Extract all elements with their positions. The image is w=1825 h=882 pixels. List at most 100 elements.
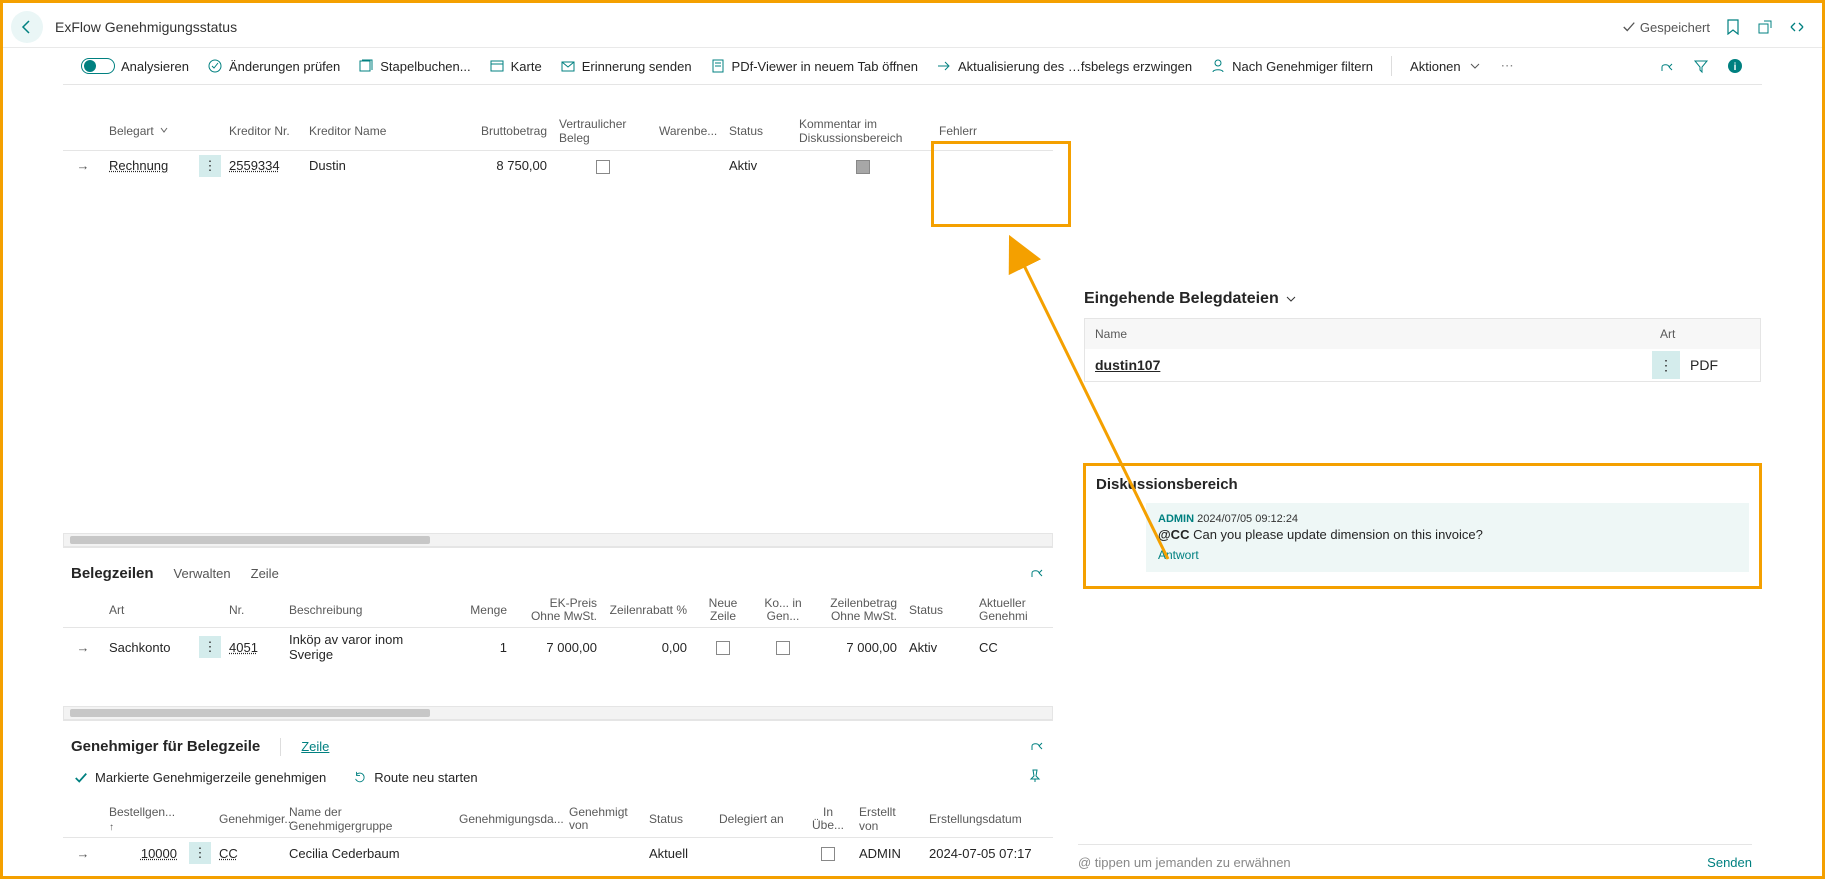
col-betrag[interactable]: Zeilenbetrag Ohne MwSt. <box>813 593 903 627</box>
row-indicator-icon: → <box>63 842 103 865</box>
col-beschreibung[interactable]: Beschreibung <box>283 599 453 621</box>
col-erstellt-von[interactable]: Erstellt von <box>853 801 923 837</box>
share-icon[interactable] <box>1029 737 1045 756</box>
rabatt-cell: 0,00 <box>603 636 693 659</box>
tab-zeile[interactable]: Zeile <box>251 566 279 581</box>
col-status3[interactable]: Status <box>643 808 713 830</box>
filter-approver-button[interactable]: Nach Genehmiger filtern <box>1210 58 1373 74</box>
col-status2[interactable]: Status <box>903 599 973 621</box>
reminder-label: Erinnerung senden <box>582 59 692 74</box>
toggle-icon <box>81 58 115 74</box>
nr-cell[interactable]: 4051 <box>223 636 283 659</box>
info-icon[interactable]: i <box>1726 57 1744 75</box>
col-rabatt[interactable]: Zeilenrabatt % <box>603 599 693 621</box>
bookmark-icon[interactable] <box>1724 18 1742 36</box>
vertraulich-cell[interactable] <box>553 154 653 178</box>
col-art[interactable]: Art <box>103 599 193 621</box>
analyze-toggle[interactable]: Analysieren <box>81 58 189 74</box>
col-kommentar[interactable]: Kommentar im Diskussionsbereich <box>793 113 933 150</box>
col-belegart[interactable]: Belegart <box>103 120 193 142</box>
col-gvon[interactable]: Genehmigt von <box>563 802 643 836</box>
pin-icon[interactable] <box>1027 768 1043 787</box>
card-button[interactable]: Karte <box>489 58 542 74</box>
col-delegiert[interactable]: Delegiert an <box>713 808 803 830</box>
col-neue[interactable]: Neue Zeile <box>693 593 753 627</box>
files-row[interactable]: dustin107 ⋮ PDF <box>1085 349 1760 381</box>
back-button[interactable] <box>11 11 43 43</box>
col-warenbe[interactable]: Warenbe... <box>653 120 723 142</box>
popout-icon[interactable] <box>1756 18 1774 36</box>
col-bestell[interactable]: Bestellgen... ↑ <box>103 801 183 837</box>
share-icon[interactable] <box>1029 564 1045 583</box>
horizontal-scrollbar[interactable] <box>63 533 1053 547</box>
col-status[interactable]: Status <box>723 120 793 142</box>
more-menu[interactable]: ⋯ <box>1501 58 1514 74</box>
row-menu-button[interactable]: ⋮ <box>199 155 221 177</box>
pdf-icon <box>710 58 726 74</box>
ek-cell: 7 000,00 <box>513 636 603 659</box>
tab-verwalten[interactable]: Verwalten <box>174 566 231 581</box>
checkbox-icon <box>776 641 790 655</box>
files-header-row: Name Art <box>1085 319 1760 349</box>
comment-input[interactable]: @ tippen um jemanden zu erwähnen <box>1078 855 1291 870</box>
files-heading[interactable]: Eingehende Belegdateien <box>1084 290 1761 308</box>
col-gdatum[interactable]: Genehmigungsda... <box>453 808 563 830</box>
bestell-cell[interactable]: 10000 <box>103 842 183 865</box>
pdf-viewer-button[interactable]: PDf-Viewer in neuem Tab öffnen <box>710 58 918 74</box>
actions-menu[interactable]: Aktionen <box>1410 58 1483 74</box>
belegart-cell[interactable]: Rechnung <box>103 154 193 177</box>
neue-cell[interactable] <box>693 635 753 659</box>
toolbar: Analysieren Änderungen prüfen Stapelbuch… <box>63 48 1762 85</box>
arrow-left-icon <box>19 19 35 35</box>
col-fehler[interactable]: Fehlerr <box>933 120 993 142</box>
col-file-name[interactable]: Name <box>1085 319 1650 349</box>
inube-cell[interactable] <box>803 841 853 865</box>
page-header: ExFlow Genehmigungsstatus Gespeichert <box>3 3 1822 48</box>
genehmiger-cell[interactable]: CC <box>213 842 283 865</box>
send-reminder-button[interactable]: Erinnerung senden <box>560 58 692 74</box>
col-genehmiger[interactable]: Genehmiger... <box>213 808 283 830</box>
tab-zeile-active[interactable]: Zeile <box>301 739 329 754</box>
erstell-datum-cell: 2024-07-05 07:17 <box>923 842 1043 865</box>
col-nr[interactable]: Nr. <box>223 599 283 621</box>
col-ek[interactable]: EK-Preis Ohne MwSt. <box>513 593 603 627</box>
kreditor-nr-cell[interactable]: 2559334 <box>223 154 303 177</box>
grid1-row[interactable]: → Rechnung ⋮ 2559334 Dustin 8 750,00 Akt… <box>63 151 1053 181</box>
kogen-cell[interactable] <box>753 635 813 659</box>
col-gruppe[interactable]: Name der Genehmigergruppe <box>283 801 453 837</box>
row-menu-button[interactable]: ⋮ <box>189 842 211 864</box>
horizontal-scrollbar[interactable] <box>63 706 1053 720</box>
file-name-cell[interactable]: dustin107 <box>1085 349 1652 381</box>
col-kogen[interactable]: Ko... in Gen... <box>753 593 813 627</box>
col-erstell-datum[interactable]: Erstellungsdatum <box>923 808 1043 830</box>
row-menu-button[interactable]: ⋮ <box>199 636 221 658</box>
approve-line-button[interactable]: Markierte Genehmigerzeile genehmigen <box>73 770 326 786</box>
kommentar-cell[interactable] <box>793 154 933 178</box>
restart-label: Route neu starten <box>374 770 477 785</box>
col-kreditor-nr[interactable]: Kreditor Nr. <box>223 120 303 142</box>
grid2-row[interactable]: → Sachkonto ⋮ 4051 Inköp av varor inom S… <box>63 628 1053 666</box>
col-kreditor-name[interactable]: Kreditor Name <box>303 120 463 142</box>
col-vertraulich[interactable]: Vertraulicher Beleg <box>553 113 653 149</box>
row-menu-button[interactable]: ⋮ <box>1652 351 1680 379</box>
restart-route-button[interactable]: Route neu starten <box>352 770 477 786</box>
batch-post-button[interactable]: Stapelbuchen... <box>358 58 470 74</box>
check-changes-button[interactable]: Änderungen prüfen <box>207 58 340 74</box>
col-genehmi[interactable]: Aktueller Genehmi <box>973 593 1043 627</box>
col-file-art[interactable]: Art <box>1650 319 1760 349</box>
grid3-row[interactable]: → 10000 ⋮ CC Cecilia Cederbaum Aktuell A… <box>63 838 1053 868</box>
col-menge[interactable]: Menge <box>453 599 513 621</box>
grid2-header: Art Nr. Beschreibung Menge EK-Preis Ohne… <box>63 589 1053 628</box>
force-refresh-button[interactable]: Aktualisierung des …fsbelegs erzwingen <box>936 58 1192 74</box>
collapse-icon[interactable] <box>1788 18 1806 36</box>
col-brutto[interactable]: Bruttobetrag <box>463 120 553 142</box>
comment-input-bar: @ tippen um jemanden zu erwähnen Senden <box>1078 844 1752 870</box>
share-icon[interactable] <box>1658 57 1676 75</box>
col-inube[interactable]: In Übe... <box>803 802 853 836</box>
svg-text:i: i <box>1734 62 1737 73</box>
saved-indicator: Gespeichert <box>1622 20 1710 35</box>
reply-link[interactable]: Antwort <box>1158 548 1737 562</box>
comment-time: 2024/07/05 09:12:24 <box>1197 513 1298 525</box>
filter-icon[interactable] <box>1692 57 1710 75</box>
send-button[interactable]: Senden <box>1707 855 1752 870</box>
